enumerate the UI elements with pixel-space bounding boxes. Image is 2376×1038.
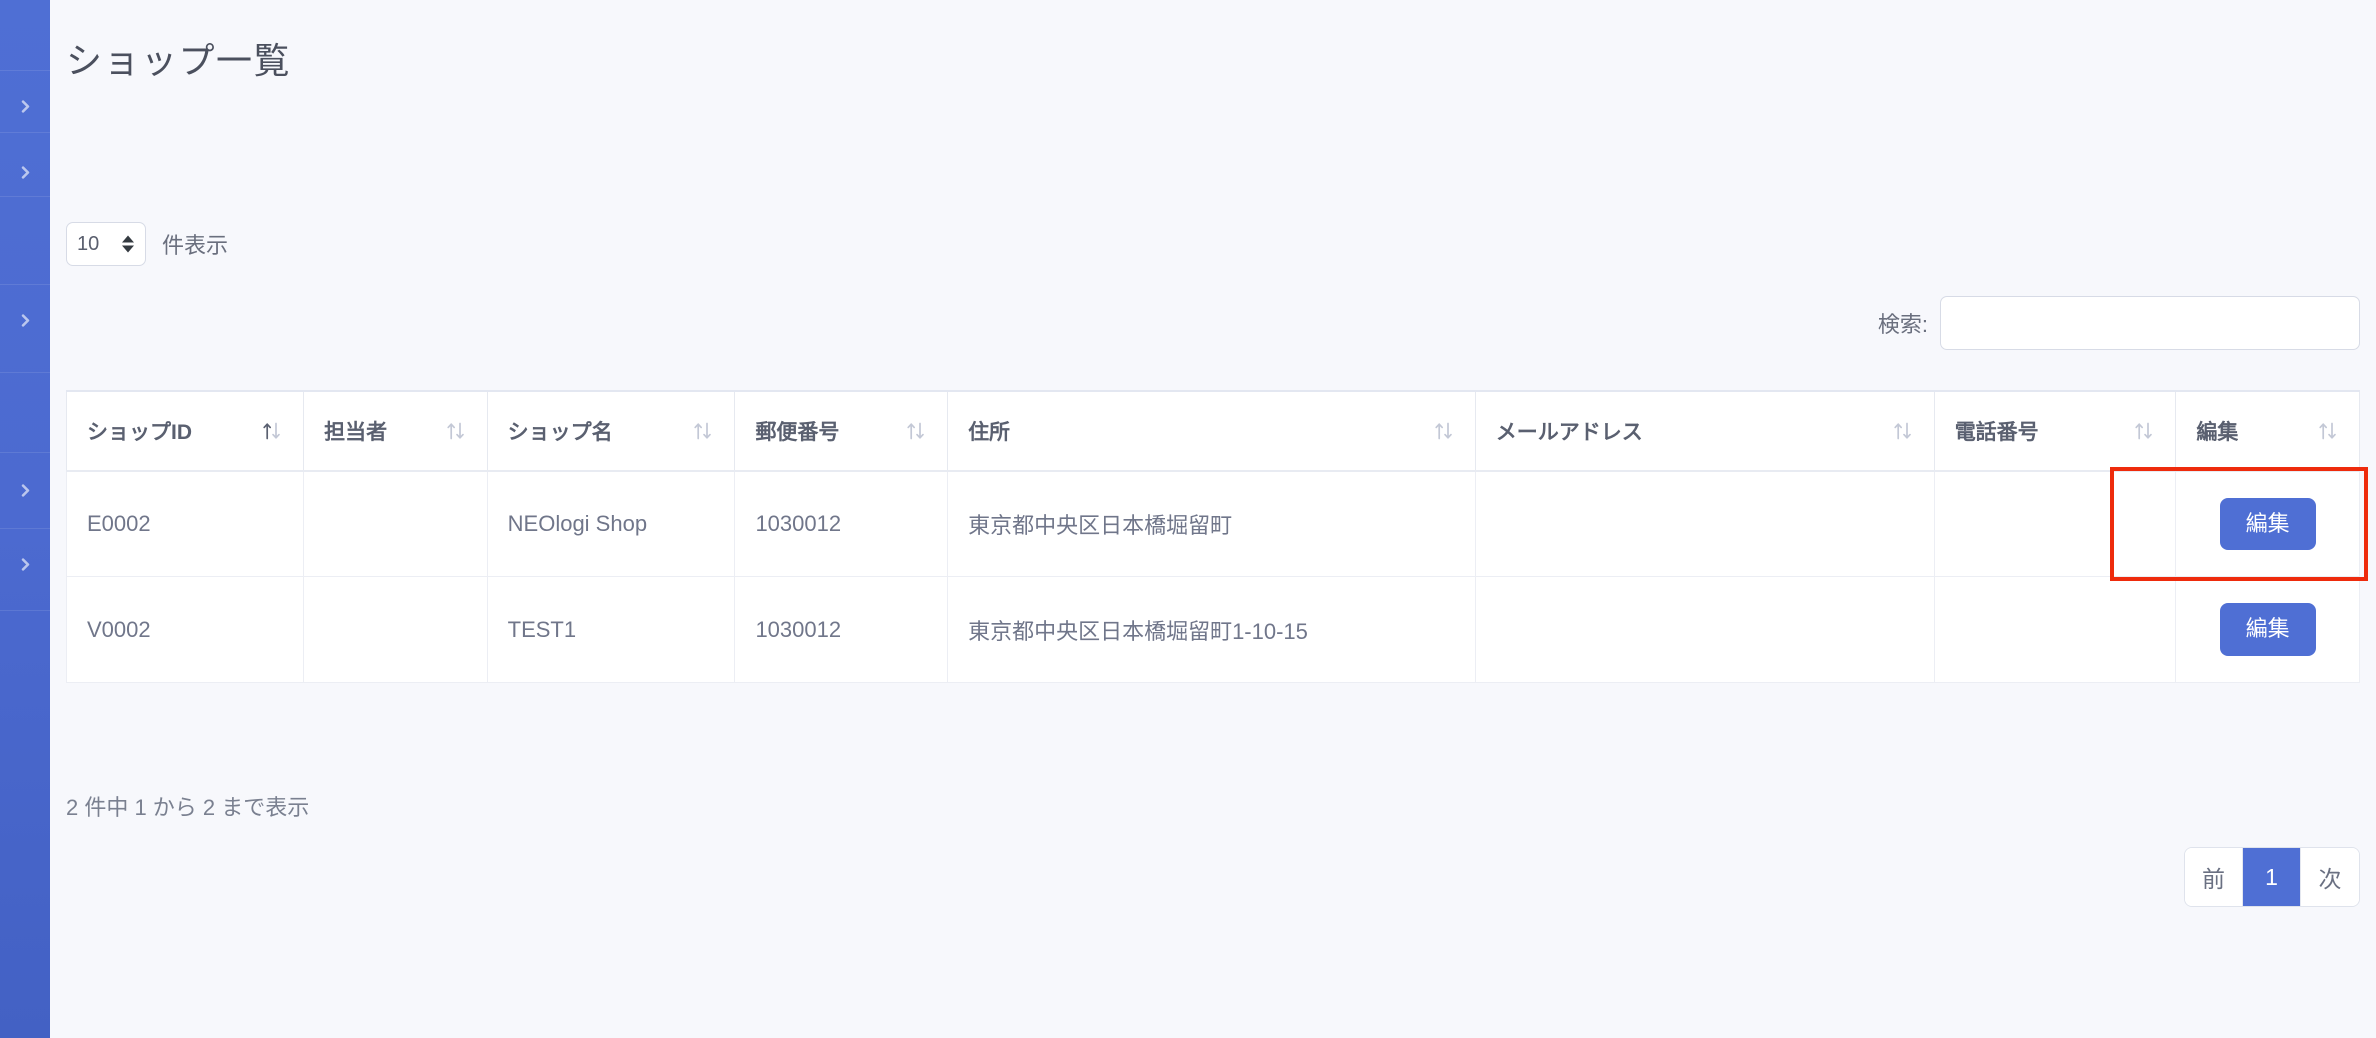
page-length-select[interactable]: 10 [66,222,146,266]
column-header-5[interactable]: 住所 [947,390,1476,472]
page-title: ショップ一覧 [66,40,292,82]
cell-person [303,470,488,578]
sidebar-item-5[interactable] [0,538,50,590]
chevron-right-icon [19,483,32,497]
column-header-4[interactable]: 郵便番号 [734,390,949,472]
search-input[interactable] [1940,296,2360,350]
page-length-control: 10 件表示 [66,222,228,266]
cell-shop_name: TEST1 [486,576,736,683]
sidebar-divider [0,372,50,373]
sidebar-divider [0,132,50,133]
sidebar-divider [0,452,50,453]
table-body: E0002 NEOlogi Shop 1030012 東京都中央区日本橋堀留町 編集 V0… [65,470,2360,683]
cell-shop_name: NEOlogi Shop [486,470,736,578]
pagination-page-1[interactable]: 1 [2243,848,2301,906]
search-control: 検索: [1878,296,2360,350]
cell-shop_id: V0002 [65,576,305,683]
column-header-label: ショップ名 [507,421,613,444]
main-content: ショップ一覧 10 件表示 検索: ショップID 担当者 ショップ名 郵便番号 住所 メー… [50,0,2376,1038]
column-header-label: メールアドレス [1495,421,1643,444]
page-length-value: 10 [77,233,100,255]
chevron-right-icon [19,99,32,113]
shops-table: ショップID 担当者 ショップ名 郵便番号 住所 メールアドレス 電話番号 編集 E0002 N… [65,390,2360,683]
search-label: 検索: [1877,312,1928,337]
column-header-8[interactable]: 編集 [2175,390,2360,472]
sidebar-divider [0,528,50,529]
shops-table-container: ショップID 担当者 ショップ名 郵便番号 住所 メールアドレス 電話番号 編集 E0002 N… [65,390,2368,683]
chevron-right-icon [19,313,32,327]
sidebar [0,0,50,1038]
sort-both-icon[interactable] [692,420,714,442]
cell-phone [1933,470,2177,578]
cell-email [1474,576,1935,683]
stepper-icon[interactable] [122,235,134,253]
cell-postal_code: 1030012 [734,470,949,578]
pagination: 前1次 [2184,847,2360,907]
cell-edit: 編集 [2175,470,2360,578]
sidebar-divider [0,70,50,71]
cell-person [303,576,488,683]
app-root: ショップ一覧 10 件表示 検索: ショップID 担当者 ショップ名 郵便番号 住所 メー… [0,0,2376,1038]
column-header-2[interactable]: 担当者 [303,390,488,472]
column-header-label: 編集 [2196,421,2239,444]
chevron-right-icon [19,557,32,571]
column-header-6[interactable]: メールアドレス [1474,390,1935,472]
caret-up-icon [122,235,134,243]
pagination-prev[interactable]: 前 [2185,848,2243,906]
sort-asc-icon[interactable] [261,420,283,442]
edit-button[interactable]: 編集 [2219,603,2316,656]
sidebar-divider [0,284,50,285]
pagination-next[interactable]: 次 [2301,848,2359,906]
cell-phone [1933,576,2177,683]
column-header-3[interactable]: ショップ名 [486,390,736,472]
caret-down-icon [122,245,134,253]
sidebar-divider [0,610,50,611]
sidebar-item-2[interactable] [0,146,50,198]
sort-both-icon[interactable] [445,420,467,442]
cell-email [1474,470,1935,578]
column-header-label: 郵便番号 [755,421,840,444]
sidebar-item-1[interactable] [0,80,50,132]
column-header-label: 住所 [968,421,1011,444]
table-row: V0002 TEST1 1030012 東京都中央区日本橋堀留町1-10-15 編集 [65,576,2360,683]
column-header-7[interactable]: 電話番号 [1933,390,2177,472]
sort-both-icon[interactable] [2133,420,2155,442]
table-info: 2 件中 1 から 2 まで表示 [66,795,310,820]
table-header-row: ショップID 担当者 ショップ名 郵便番号 住所 メールアドレス 電話番号 編集 [65,390,2360,472]
sidebar-item-3[interactable] [0,294,50,346]
cell-postal_code: 1030012 [734,576,949,683]
sort-both-icon[interactable] [2317,420,2339,442]
edit-button[interactable]: 編集 [2219,498,2316,551]
chevron-right-icon [19,165,32,179]
sort-both-icon[interactable] [1433,420,1455,442]
column-header-label: 担当者 [324,421,388,444]
cell-address: 東京都中央区日本橋堀留町 [947,470,1476,578]
sidebar-divider [0,196,50,197]
sort-both-icon[interactable] [1892,420,1914,442]
table-header: ショップID 担当者 ショップ名 郵便番号 住所 メールアドレス 電話番号 編集 [65,390,2360,472]
table-row: E0002 NEOlogi Shop 1030012 東京都中央区日本橋堀留町 編集 [65,470,2360,578]
column-header-label: ショップID [87,421,192,444]
cell-address: 東京都中央区日本橋堀留町1-10-15 [947,576,1476,683]
column-header-label: 電話番号 [1954,421,2039,444]
cell-shop_id: E0002 [65,470,305,578]
cell-edit: 編集 [2175,576,2360,683]
column-header-1[interactable]: ショップID [65,390,305,472]
sidebar-item-4[interactable] [0,464,50,516]
page-length-label: 件表示 [162,233,229,258]
sort-both-icon[interactable] [905,420,927,442]
